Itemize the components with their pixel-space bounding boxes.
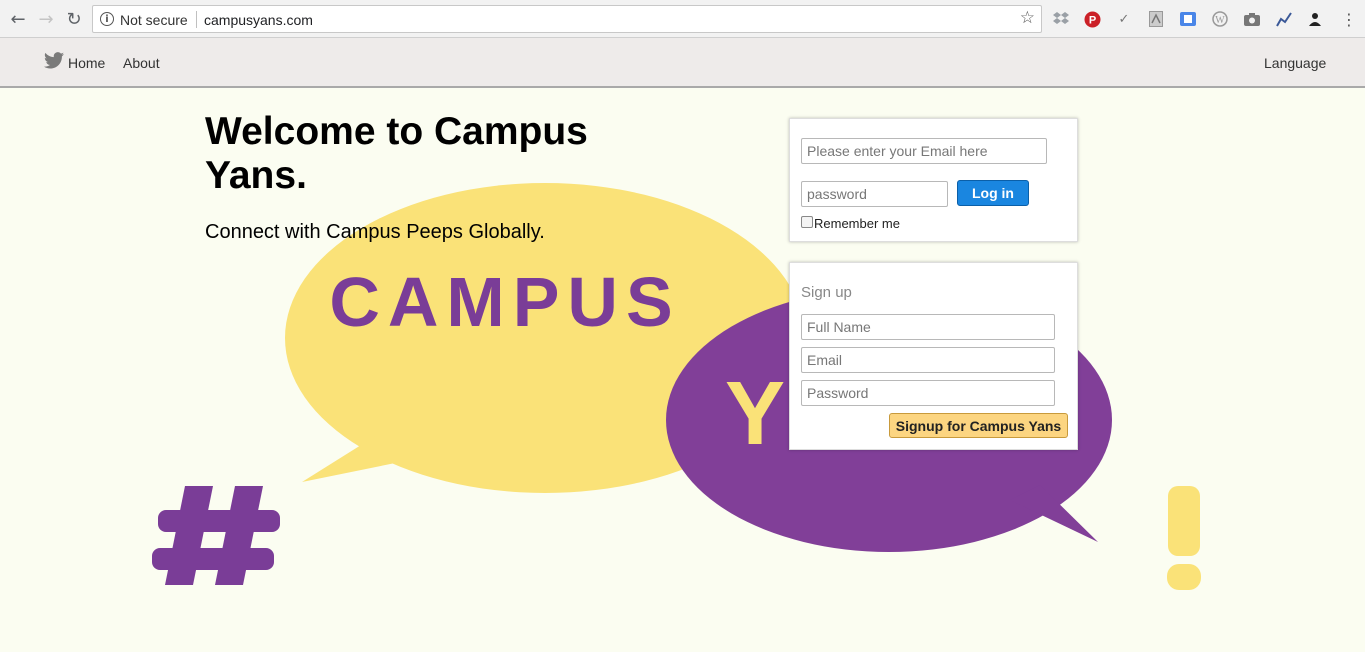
chart-icon[interactable]: [1275, 10, 1293, 28]
page-subtitle: Connect with Campus Peeps Globally.: [205, 221, 545, 243]
security-label[interactable]: Not secure: [120, 12, 188, 28]
signup-fullname-input[interactable]: [801, 314, 1055, 340]
pdf-icon[interactable]: [1147, 10, 1165, 28]
exclamation-mark-icon: [1167, 486, 1201, 590]
dropbox-icon[interactable]: [1052, 10, 1070, 28]
login-email-input[interactable]: [801, 138, 1047, 164]
info-icon[interactable]: i: [100, 12, 114, 26]
menu-icon[interactable]: ⋮: [1340, 10, 1358, 29]
signup-password-input[interactable]: [801, 380, 1055, 406]
reload-button[interactable]: ↻: [62, 7, 86, 31]
address-bar[interactable]: i Not secure campusyans.com ☆: [92, 5, 1042, 33]
remember-me-label[interactable]: Remember me: [814, 216, 900, 231]
login-password-input[interactable]: [801, 181, 948, 207]
translate-icon[interactable]: [1179, 10, 1197, 28]
back-button[interactable]: ←: [6, 7, 30, 31]
yans-logo-letter: Y: [725, 364, 785, 464]
nav-about[interactable]: About: [123, 55, 160, 71]
remember-me-checkbox[interactable]: [801, 216, 813, 228]
svg-text:W: W: [1215, 15, 1225, 26]
pinterest-icon[interactable]: P: [1083, 10, 1101, 28]
wordpress-icon[interactable]: W: [1211, 10, 1229, 28]
camera-icon[interactable]: [1243, 10, 1261, 28]
bookmark-star-icon[interactable]: ☆: [1020, 8, 1035, 28]
browser-toolbar: ← → ↻ i Not secure campusyans.com ☆ P ✓ …: [0, 0, 1365, 38]
checkmark-icon[interactable]: ✓: [1115, 10, 1133, 28]
hash-symbol-icon: [152, 486, 280, 585]
signup-button[interactable]: Signup for Campus Yans: [889, 413, 1068, 438]
page-title: Welcome to Campus Yans.: [205, 110, 588, 197]
forward-button[interactable]: →: [34, 7, 58, 31]
campus-logo-word: CAMPUS: [329, 263, 680, 341]
nav-home[interactable]: Home: [68, 55, 105, 71]
twitter-icon[interactable]: [44, 52, 64, 69]
site-navbar: Home About Language: [0, 38, 1365, 88]
url-separator: [196, 11, 197, 28]
nav-language[interactable]: Language: [1264, 55, 1326, 71]
login-button[interactable]: Log in: [957, 180, 1029, 206]
signup-panel: Sign up Signup for Campus Yans: [789, 262, 1078, 450]
svg-text:P: P: [1088, 14, 1095, 26]
url-text[interactable]: campusyans.com: [204, 12, 313, 28]
signup-email-input[interactable]: [801, 347, 1055, 373]
login-panel: Log in Remember me: [789, 118, 1078, 242]
signup-title: Sign up: [801, 284, 852, 301]
profile-icon[interactable]: [1306, 10, 1324, 28]
